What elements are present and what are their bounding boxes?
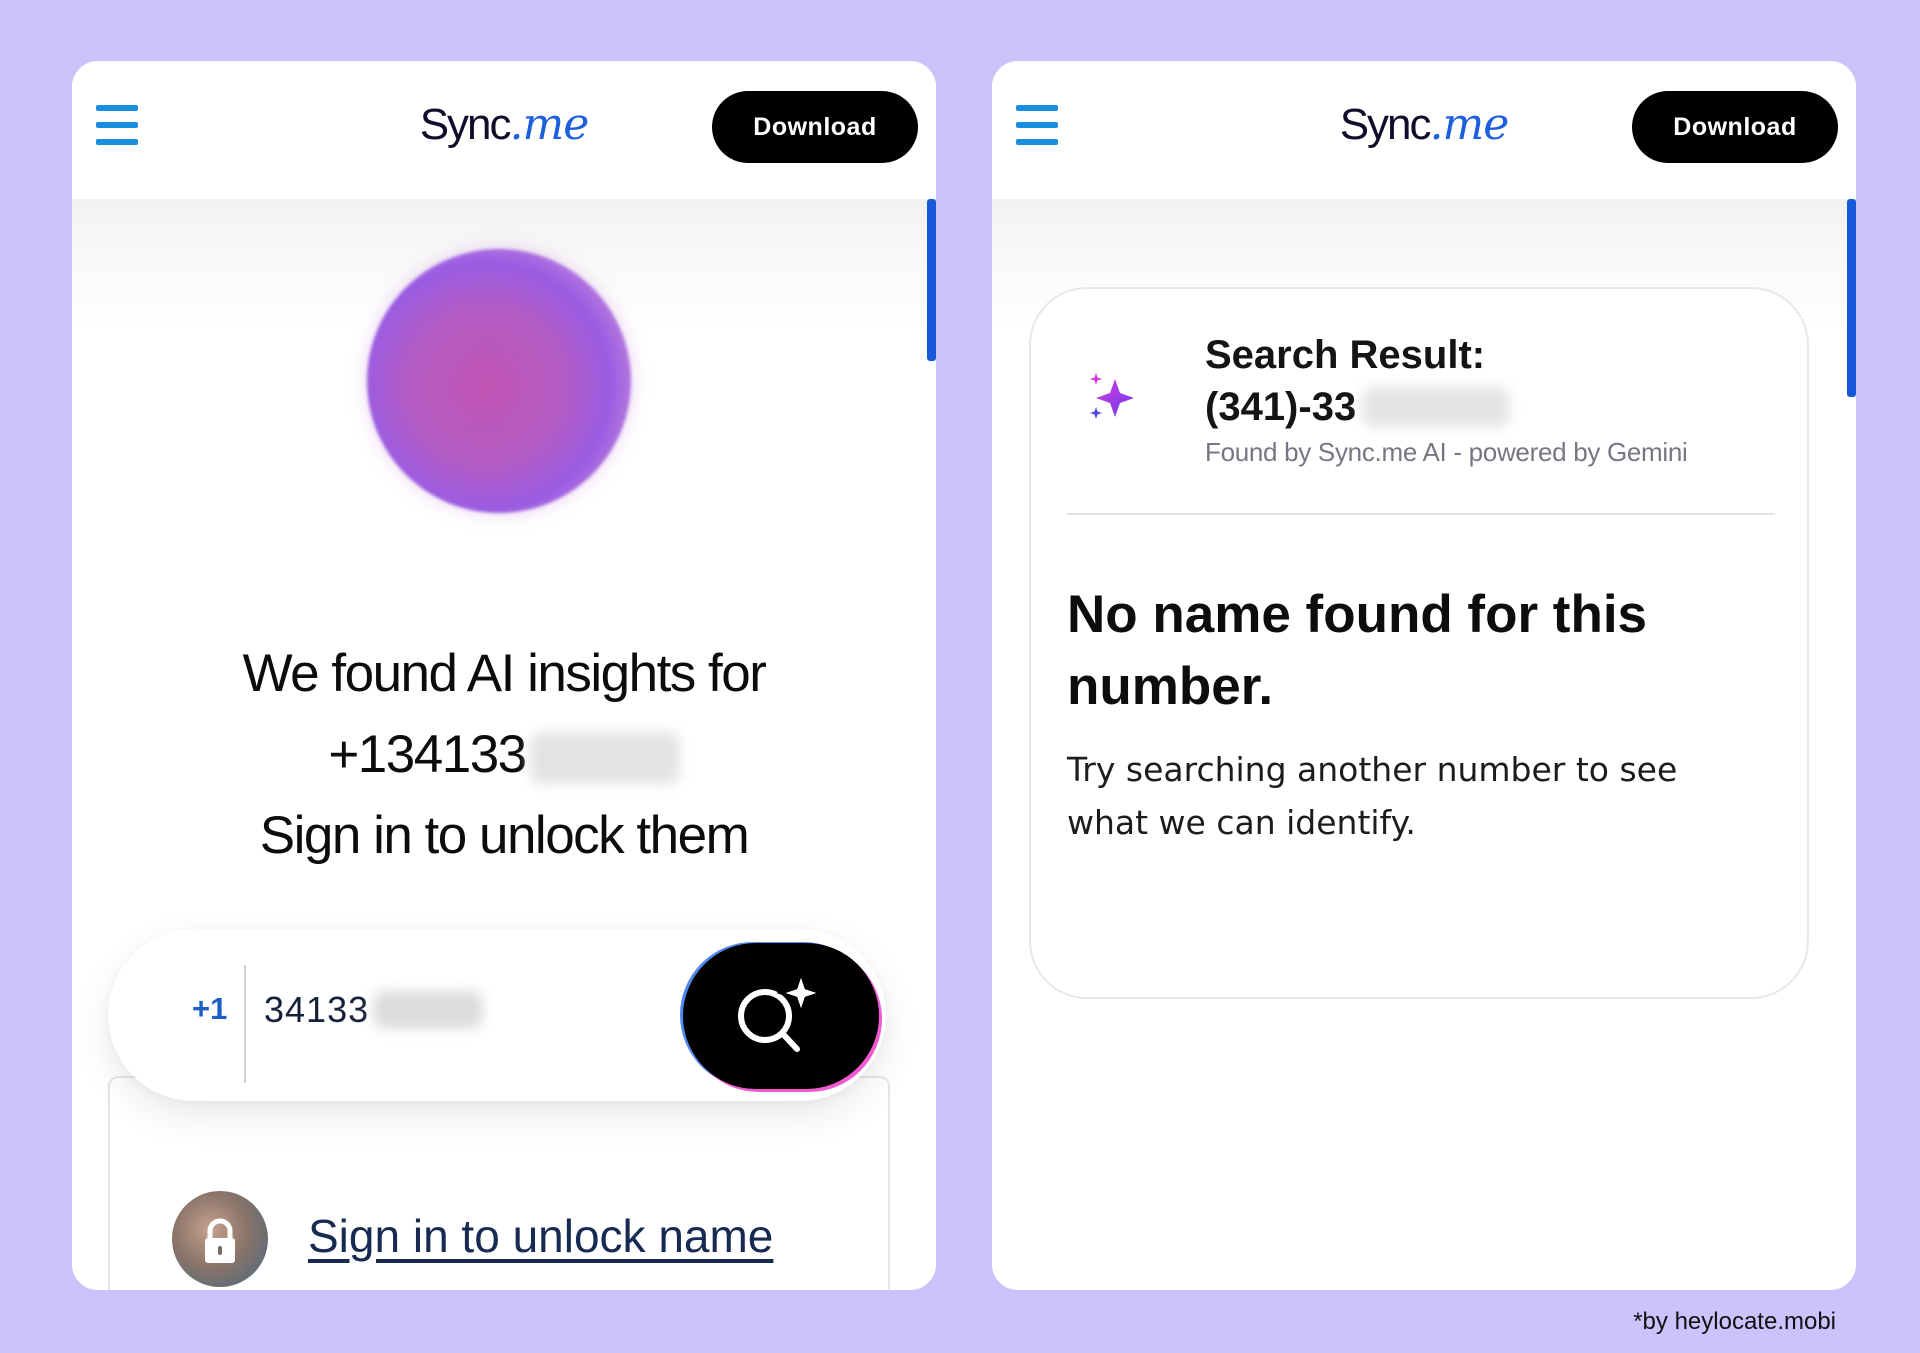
sign-in-unlock-name-link[interactable]: Sign in to unlock name <box>308 1209 773 1263</box>
headline-line-3: Sign in to unlock them <box>259 806 750 865</box>
sparkle-icon <box>1090 373 1134 419</box>
hamburger-menu-icon[interactable] <box>96 105 140 147</box>
redacted-digits <box>373 991 484 1029</box>
phone-search-bar: +1 34133 <box>108 929 886 1101</box>
search-result-number: (341)-33 <box>1205 381 1511 433</box>
country-code[interactable]: +1 <box>192 991 227 1027</box>
ai-search-button[interactable] <box>683 943 879 1089</box>
scrollbar[interactable] <box>1847 199 1856 397</box>
redacted-digits <box>529 732 680 784</box>
no-name-heading: No name found for this number. <box>1067 585 1648 716</box>
phone-screen-left: Sync.me Download We found AI insights fo… <box>72 61 936 1290</box>
redacted-digits <box>1362 387 1511 427</box>
result-number-visible: (341)-33 <box>1205 385 1357 429</box>
syncme-logo[interactable]: Sync.me <box>1340 97 1510 162</box>
search-result-card: Search Result: (341)-33 Found by Sync.me… <box>1029 287 1809 999</box>
divider <box>244 965 246 1083</box>
app-header: Sync.me Download <box>992 61 1856 199</box>
result-source-text: Found by Sync.me AI - powered by Gemini <box>1205 437 1688 467</box>
headline-line-2: +134133 <box>72 714 936 795</box>
phone-screen-right: Sync.me Download Search Result: (341)-33… <box>992 61 1856 1290</box>
syncme-logo[interactable]: Sync.me <box>420 97 590 162</box>
scrollbar[interactable] <box>927 199 936 361</box>
source-credit: *by heylocate.mobi <box>1633 1308 1836 1335</box>
lock-icon <box>205 1218 235 1263</box>
ai-insights-headline: We found AI insights for +134133 Sign in… <box>72 633 936 876</box>
phone-input-value: 34133 <box>264 989 370 1030</box>
ai-search-sparkle-icon <box>738 968 826 1052</box>
ai-gradient-orb <box>367 249 631 513</box>
app-header: Sync.me Download <box>72 61 936 199</box>
hamburger-menu-icon[interactable] <box>1016 105 1060 147</box>
phone-number-input[interactable]: 34133 <box>264 985 564 1035</box>
headline-phone-number: +134133 <box>328 725 527 784</box>
lock-avatar <box>172 1191 268 1287</box>
download-button[interactable]: Download <box>1632 91 1838 163</box>
download-button[interactable]: Download <box>712 91 918 163</box>
divider <box>1067 513 1775 515</box>
headline-line-1: We found AI insights for <box>242 644 767 703</box>
search-result-title: Search Result: <box>1205 333 1486 377</box>
search-hint-text: Try searching another number to see what… <box>1067 750 1678 842</box>
